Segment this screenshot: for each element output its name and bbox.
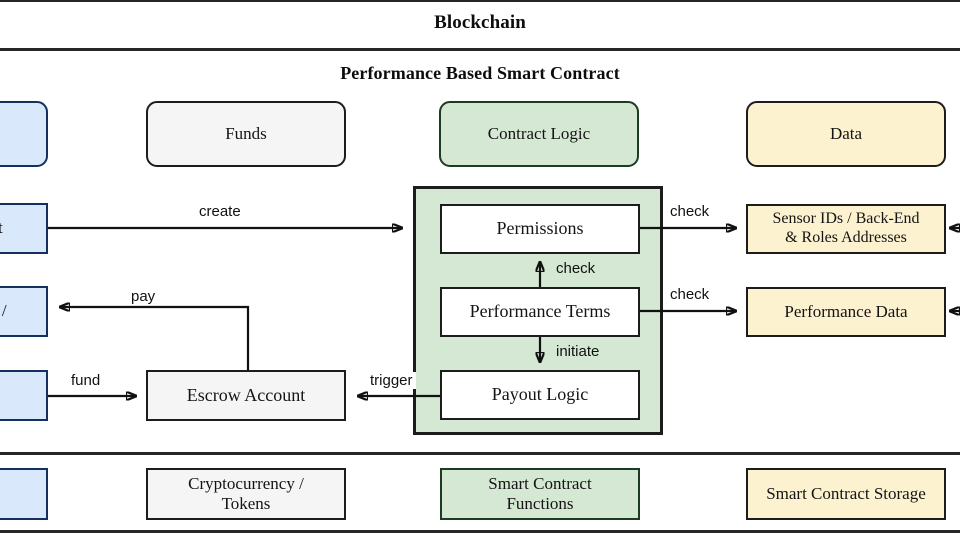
bottom-storage[interactable]: Smart Contract Storage [746,468,946,520]
legend-funds[interactable]: Funds [146,101,346,167]
performance-data-box[interactable]: Performance Data [746,287,946,337]
edge-check-permissions-label: check [667,203,713,220]
payout-logic-box[interactable]: Payout Logic [440,370,640,420]
bottom-crypto[interactable]: Cryptocurrency / Tokens [146,468,346,520]
edge-pay-wire [60,307,250,370]
edge-trigger-label: trigger [367,372,416,389]
bottom-crypto-line1: Cryptocurrency / [188,473,304,493]
blockchain-title: Blockchain [434,12,526,33]
legend-data-label: Data [829,123,863,143]
edge-create-label: create [196,203,244,220]
payout-logic-label: Payout Logic [491,384,589,405]
sensor-ids-line1: Sensor IDs / Back-End [772,210,920,228]
rule-contract-bottom [0,452,960,455]
bottom-actors[interactable] [0,468,48,520]
rule-blockchain-bottom [0,48,960,51]
sensor-ids-line2: & Roles Addresses [785,229,907,246]
legend-funds-label: Funds [225,123,267,143]
edge-check-up-label: check [556,260,596,277]
edge-pay-label: pay [128,288,159,305]
bottom-storage-label: Smart Contract Storage [766,483,926,503]
sensor-ids-box[interactable]: Sensor IDs / Back-End & Roles Addresses [746,204,946,254]
bottom-functions[interactable]: Smart Contract Functions [440,468,640,520]
actor-provider-label: r / [0,301,7,321]
actor-funder[interactable] [0,370,48,421]
edge-initiate-label: initiate [556,343,600,360]
edge-fund-label: fund [68,372,104,389]
legend-contract-logic-label: Contract Logic [487,123,591,143]
permissions-label: Permissions [496,218,584,239]
actor-client-label: t [0,218,3,238]
bottom-functions-line2: Functions [506,494,574,513]
rule-top [0,0,960,2]
rule-bottom [0,530,960,533]
legend-actors[interactable] [0,101,48,167]
legend-data[interactable]: Data [746,101,946,167]
bottom-crypto-line2: Tokens [221,494,271,513]
legend-contract-logic[interactable]: Contract Logic [439,101,639,167]
performance-data-label: Performance Data [784,301,908,321]
permissions-box[interactable]: Permissions [440,204,640,254]
escrow-account-box[interactable]: Escrow Account [146,370,346,421]
actor-client[interactable]: t [0,203,48,254]
performance-terms-label: Performance Terms [469,301,611,322]
bottom-functions-line1: Smart Contract [488,473,592,493]
edge-check-terms-label: check [667,286,713,303]
diagram-canvas: Blockchain Performance Based Smart Contr… [0,0,960,540]
performance-contract-title: Performance Based Smart Contract [340,63,620,83]
escrow-account-label: Escrow Account [186,384,306,405]
performance-terms-box[interactable]: Performance Terms [440,287,640,337]
actor-provider[interactable]: r / [0,286,48,337]
